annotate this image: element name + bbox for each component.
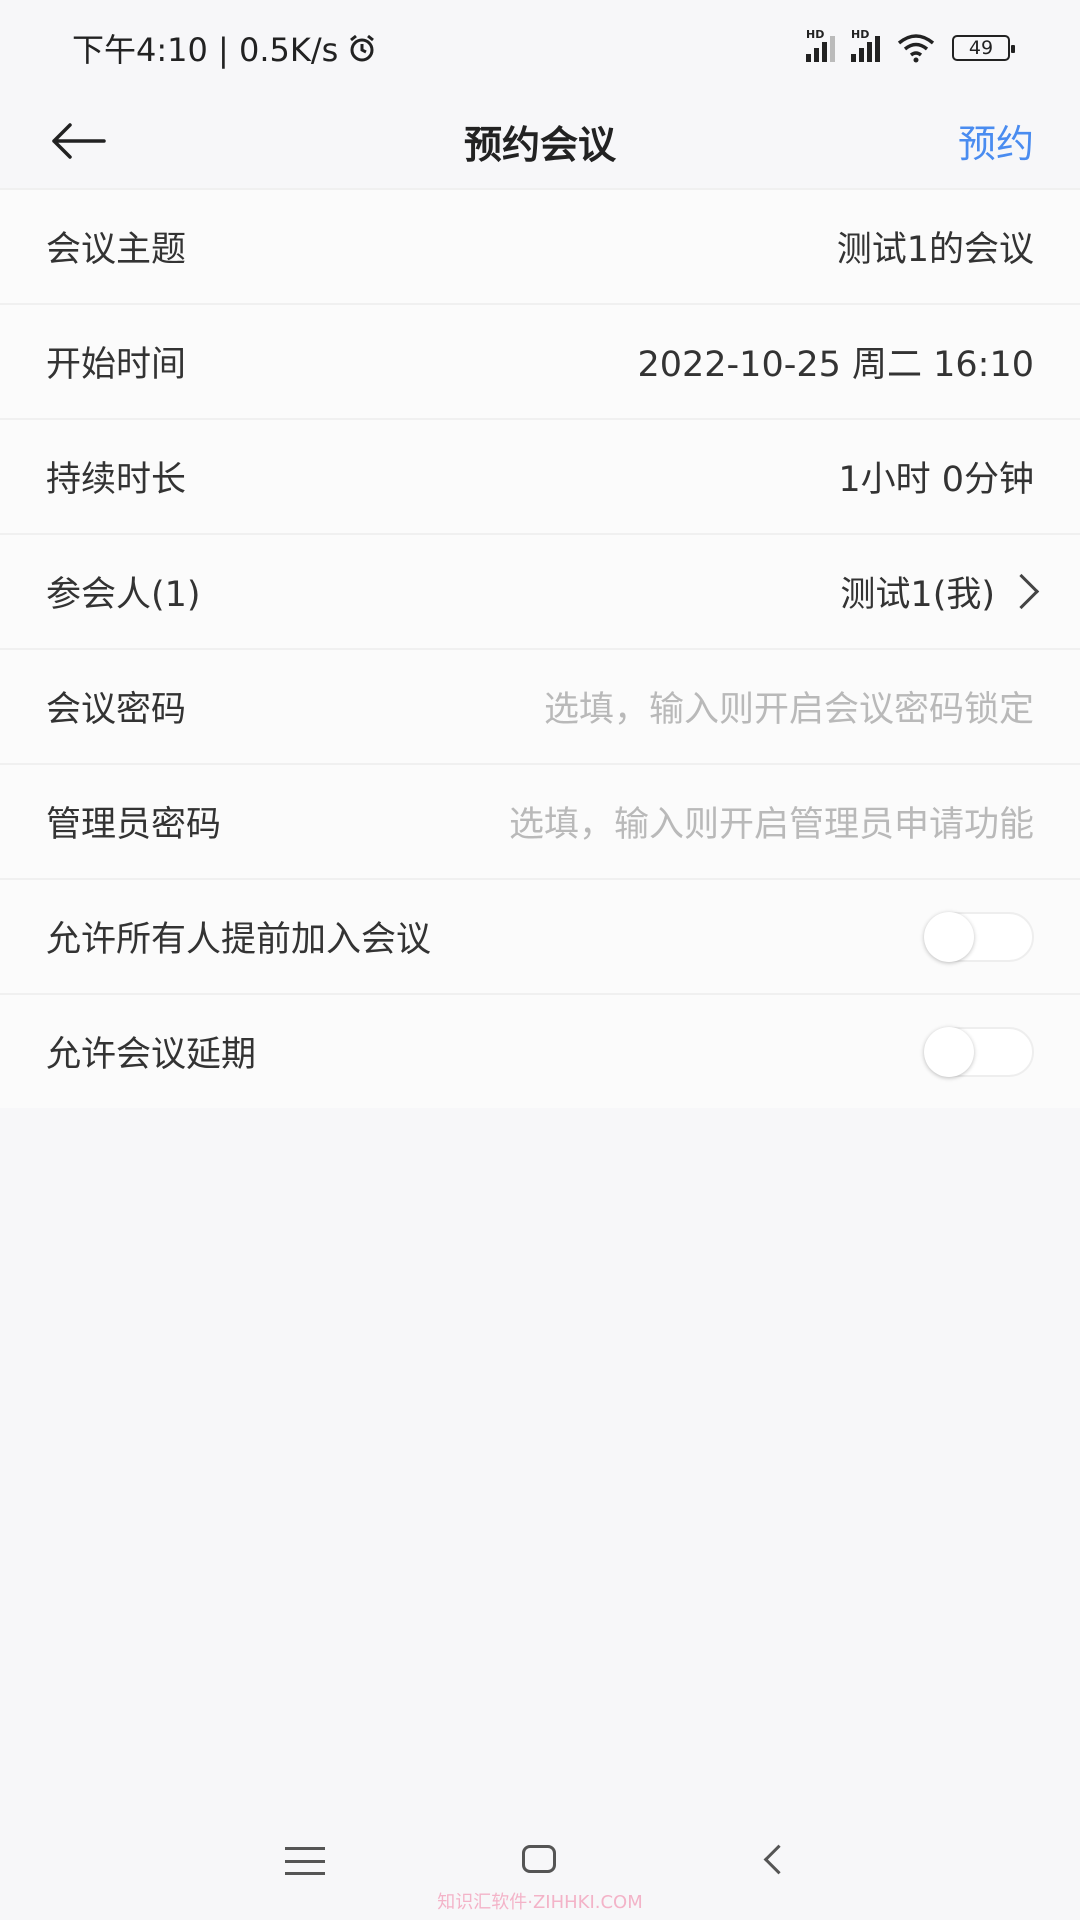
row-label: 允许所有人提前加入会议 — [46, 920, 432, 960]
schedule-button[interactable]: 预约 — [958, 113, 1034, 168]
duration-value[interactable]: 1小时 0分钟 — [838, 451, 1034, 502]
meeting-topic-value[interactable]: 测试1的会议 — [837, 221, 1034, 272]
meeting-password-input[interactable]: 选填，输入则开启会议密码锁定 — [544, 681, 1034, 732]
status-bar: 下午4:10 | 0.5K/s HD HD 49 — [0, 0, 1080, 95]
row-label: 管理员密码 — [46, 805, 222, 845]
row-meeting-topic[interactable]: 会议主题 测试1的会议 — [0, 188, 1080, 303]
row-label: 会议主题 — [46, 230, 187, 270]
status-time: 下午4:10 | 0.5K/s — [72, 30, 339, 69]
page-title: 预约会议 — [463, 122, 616, 167]
chevron-right-icon — [1003, 573, 1040, 610]
row-admin-password[interactable]: 管理员密码 选填，输入则开启管理员申请功能 — [0, 763, 1080, 878]
row-allow-early-join: 允许所有人提前加入会议 — [0, 878, 1080, 993]
row-label: 允许会议延期 — [46, 1035, 257, 1075]
row-duration[interactable]: 持续时长 1小时 0分钟 — [0, 418, 1080, 533]
back-button[interactable] — [48, 115, 108, 167]
watermark: 知识汇软件·ZIHHKI.COM — [437, 1892, 643, 1913]
row-start-time[interactable]: 开始时间 2022-10-25 周二 16:10 — [0, 303, 1080, 418]
nav-bar: 预约会议 预约 — [0, 95, 1080, 187]
signal-icon: HD — [806, 28, 835, 62]
back-arrow-icon — [52, 123, 106, 159]
signal-hd-label: HD — [806, 27, 825, 41]
alarm-icon — [350, 34, 375, 61]
row-label: 会议密码 — [46, 690, 187, 730]
battery-icon: 49 — [952, 34, 1015, 61]
meeting-form: 会议主题 测试1的会议 开始时间 2022-10-25 周二 16:10 持续时… — [0, 188, 1080, 1108]
back-nav-icon[interactable] — [763, 1844, 794, 1875]
battery-level: 49 — [968, 36, 994, 59]
menu-icon[interactable] — [285, 1847, 325, 1875]
row-label: 持续时长 — [46, 460, 187, 500]
status-left: 下午4:10 | 0.5K/s — [72, 25, 378, 71]
start-time-value[interactable]: 2022-10-25 周二 16:10 — [637, 336, 1034, 387]
row-meeting-password[interactable]: 会议密码 选填，输入则开启会议密码锁定 — [0, 648, 1080, 763]
allow-early-join-toggle[interactable] — [924, 911, 1034, 962]
status-right: HD HD 49 — [806, 28, 1015, 63]
allow-extension-toggle[interactable] — [924, 1026, 1034, 1077]
row-label: 开始时间 — [46, 345, 187, 385]
toggle-knob — [924, 911, 974, 962]
admin-password-input[interactable]: 选填，输入则开启管理员申请功能 — [509, 796, 1034, 847]
wifi-icon — [897, 33, 935, 62]
signal-hd-label-2: HD — [851, 27, 870, 41]
row-label: 参会人(1) — [46, 575, 201, 615]
row-participants[interactable]: 参会人(1) 测试1(我) — [0, 533, 1080, 648]
toggle-knob — [924, 1026, 974, 1077]
participants-text: 测试1(我) — [840, 575, 995, 615]
row-allow-extension: 允许会议延期 — [0, 993, 1080, 1108]
home-icon[interactable] — [522, 1845, 556, 1873]
participants-value[interactable]: 测试1(我) — [840, 566, 1040, 617]
signal-icon-2: HD — [851, 28, 880, 62]
